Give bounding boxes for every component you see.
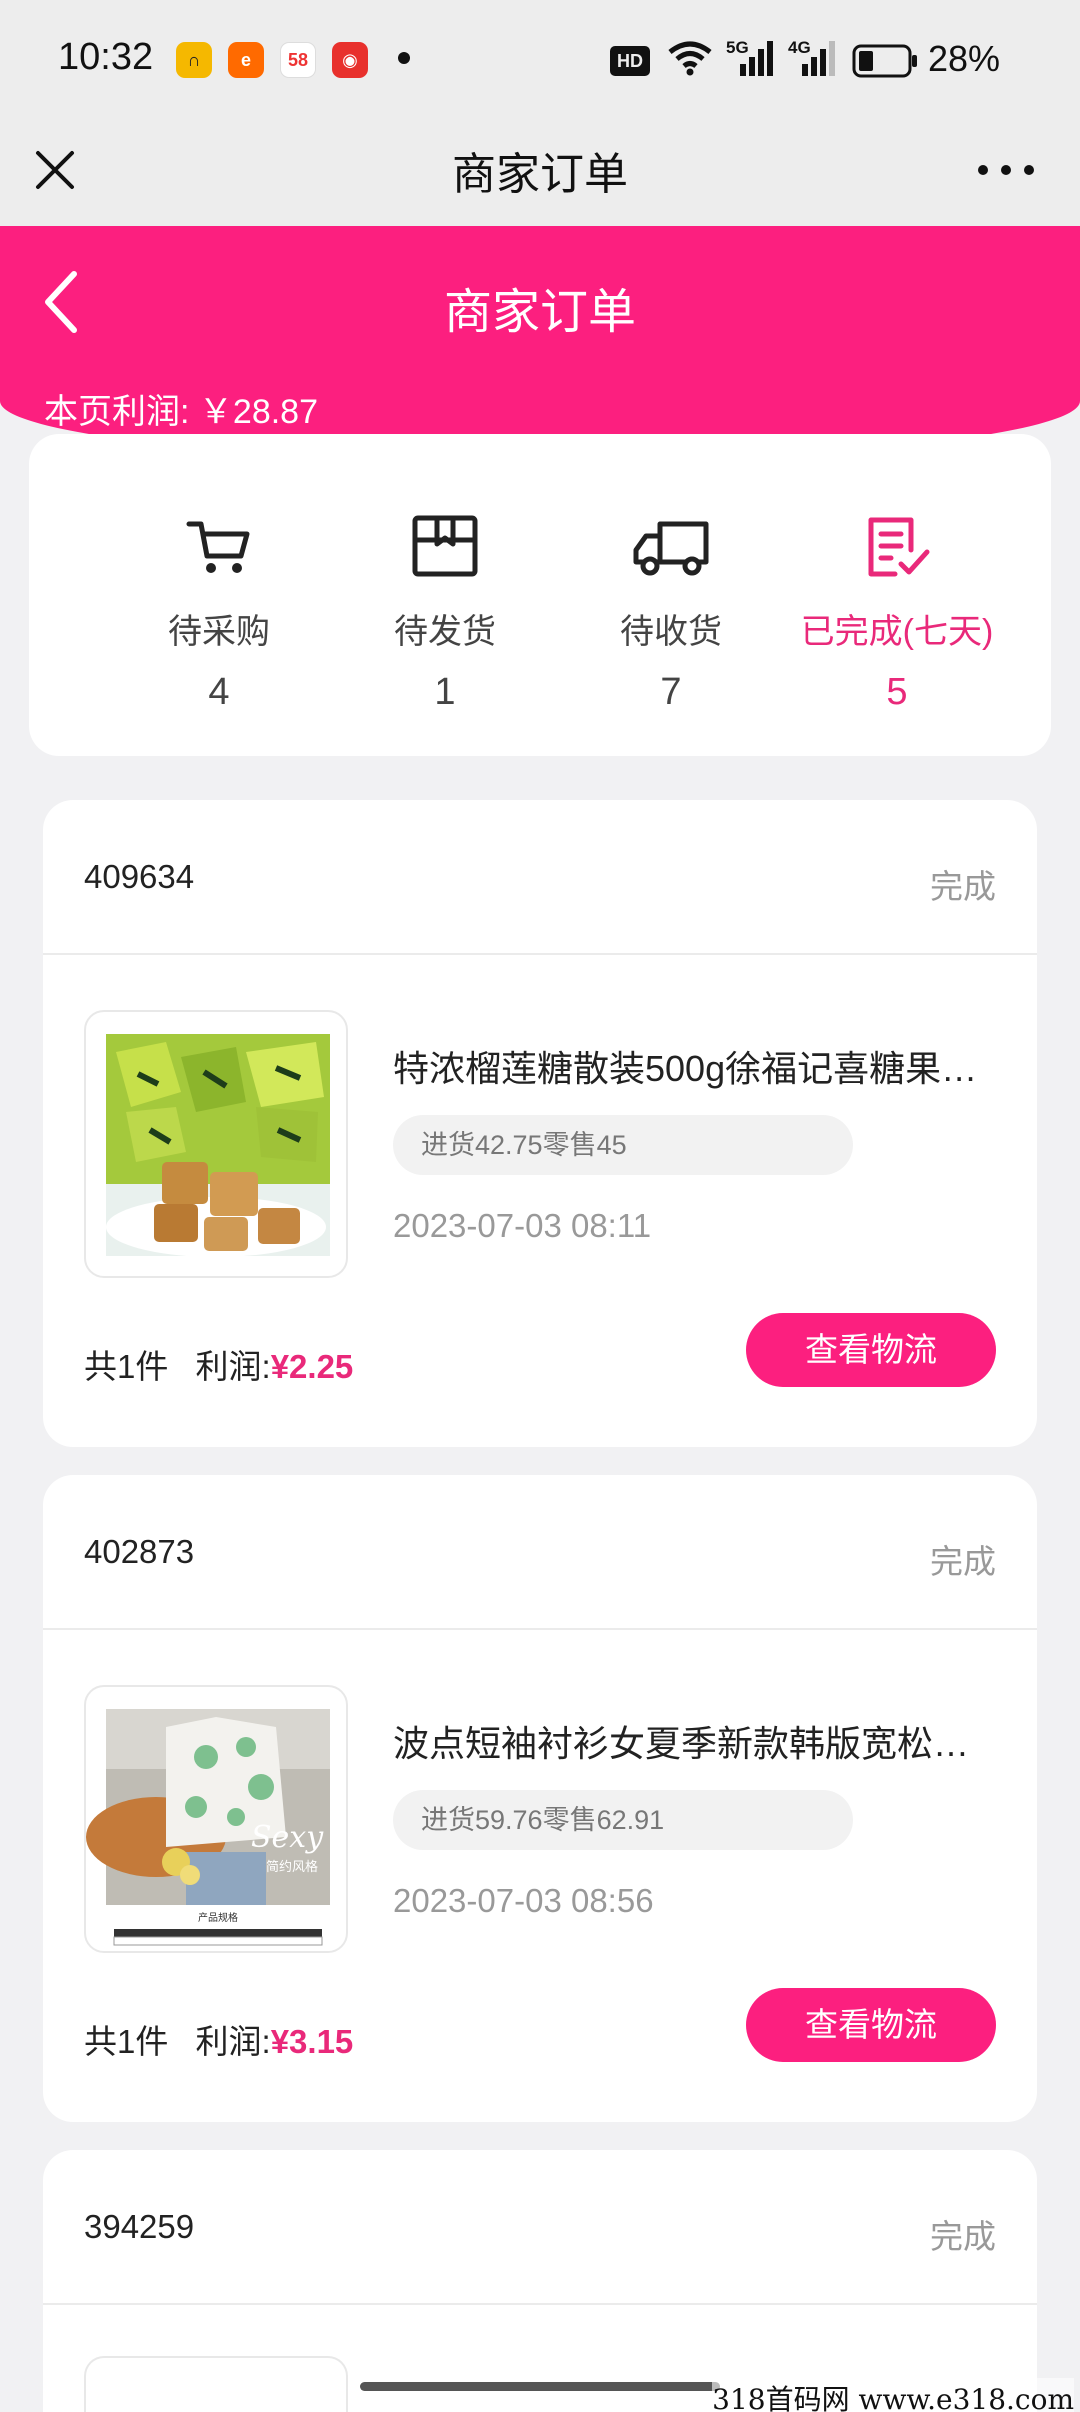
status-tab-count: 4 [208, 671, 230, 713]
checklist-icon [868, 517, 930, 577]
page-header: 商家订单 本页利润: ￥28.87 [0, 226, 1080, 461]
order-status: 完成 [930, 1543, 996, 1580]
app-notification-icon: ◉ [332, 42, 368, 78]
order-time: 2023-07-03 08:11 [393, 1207, 652, 1244]
webview-title: 商家订单 [452, 150, 628, 199]
image-overlay-text: Sexy [251, 1820, 324, 1855]
tab-completed[interactable]: 已完成(七天) 5 [787, 510, 1007, 714]
order-header: 394259 完成 [43, 2150, 1037, 2305]
view-logistics-button[interactable]: 查看物流 [746, 1988, 996, 2062]
order-card[interactable]: 409634 完成 特浓榴莲糖散装500g徐福记喜糖果… 进货42.75零售45… [43, 800, 1037, 1447]
item-count: 共1件 [84, 1348, 169, 1385]
product-name[interactable]: 特浓榴莲糖散装500g徐福记喜糖果… [393, 1040, 993, 1092]
order-time: 2023-07-03 08:56 [393, 1882, 654, 1919]
status-tab-label: 待采购 [168, 613, 270, 651]
shopping-cart-icon [186, 521, 250, 573]
page-profit-label: 本页利润: [44, 393, 190, 431]
app-notification-icon: e [228, 42, 264, 78]
order-id: 394259 [84, 2208, 195, 2245]
home-indicator[interactable] [360, 2382, 720, 2391]
more-dot-icon [1024, 165, 1034, 175]
page-profit: 本页利润: ￥28.87 [44, 384, 318, 433]
product-image[interactable] [84, 1010, 348, 1278]
delivery-truck-icon [633, 521, 709, 576]
price-info-badge: 进货42.75零售45 [393, 1115, 853, 1175]
order-summary: 共1件 利润:¥2.25 [84, 1340, 353, 1388]
webview-title-bar: 商家订单 [0, 120, 1080, 226]
image-caption-text: 产品规格 [198, 1911, 238, 1924]
more-notifications-dot [398, 52, 410, 64]
battery-icon [852, 44, 917, 78]
view-logistics-button[interactable]: 查看物流 [746, 1313, 996, 1387]
page-title: 商家订单 [443, 286, 636, 339]
more-dot-icon [978, 165, 988, 175]
status-tab-label: 待发货 [394, 613, 496, 651]
order-body: 特浓榴莲糖散装500g徐福记喜糖果… 进货42.75零售45 2023-07-0… [43, 955, 1037, 1447]
order-status: 完成 [930, 868, 996, 905]
status-tab-label: 待收货 [620, 613, 722, 651]
profit-label: 利润: [195, 2023, 271, 2060]
order-status-card: 待采购 4 待发货 1 待收货 7 已完成(七天) 5 [29, 434, 1051, 756]
order-status: 完成 [930, 2218, 996, 2255]
app-notification-icon: ∩ [176, 42, 212, 78]
watermark: 318首码网 www.e318.com [712, 2378, 1074, 2412]
app-notification-icon: 58 [280, 42, 316, 78]
order-id: 402873 [84, 1533, 195, 1570]
order-card[interactable]: 394259 完成 [43, 2150, 1037, 2412]
cell-signal-icon [802, 41, 835, 76]
profit-value: ¥3.15 [270, 2023, 354, 2060]
tab-pending-purchase[interactable]: 待采购 4 [109, 510, 329, 714]
product-name[interactable]: 波点短袖衬衫女夏季新款韩版宽松… [393, 1715, 993, 1767]
status-tab-label: 已完成(七天) [800, 613, 994, 651]
cell-signal-icon [740, 41, 773, 76]
status-tab-count: 1 [434, 671, 456, 713]
battery-percentage: 28% [928, 38, 1001, 79]
more-options-button[interactable] [978, 150, 1034, 190]
package-box-icon [412, 515, 478, 577]
hd-voice-icon: HD [610, 46, 650, 76]
order-header: 409634 完成 [43, 800, 1037, 955]
tab-pending-shipment[interactable]: 待发货 1 [335, 510, 555, 714]
shirt-product-photo: Sexy 简约风格 产品规格 [86, 1709, 330, 1951]
price-info-badge: 进货59.76零售62.91 [393, 1790, 853, 1850]
order-id: 409634 [84, 858, 195, 895]
image-overlay-subtext: 简约风格 [266, 1859, 318, 1875]
order-body: Sexy 简约风格 产品规格 波点短袖衬衫女夏季新款韩版宽松… 进货59.76零… [43, 1630, 1037, 2122]
order-card[interactable]: 402873 完成 Sexy 简约风格 产品规格 波点短袖衬衫女夏季新款韩版宽松… [43, 1475, 1037, 2122]
profit-value: ¥2.25 [270, 1348, 354, 1385]
order-header: 402873 完成 [43, 1475, 1037, 1630]
status-tab-count: 5 [886, 671, 908, 713]
tab-pending-receipt[interactable]: 待收货 7 [561, 510, 781, 714]
status-time: 10:32 [58, 36, 154, 78]
status-tab-count: 7 [660, 671, 682, 713]
product-image[interactable] [84, 2356, 348, 2412]
candy-product-photo [106, 1034, 330, 1257]
page-profit-value: ￥28.87 [198, 393, 318, 431]
more-dot-icon [1001, 165, 1011, 175]
product-image[interactable]: Sexy 简约风格 产品规格 [84, 1685, 348, 1953]
wifi-icon [668, 41, 712, 76]
item-count: 共1件 [84, 2023, 169, 2060]
order-summary: 共1件 利润:¥3.15 [84, 2015, 353, 2063]
status-bar: 10:32 ∩ e 58 ◉ HD 5G 4G 28% [0, 0, 1080, 120]
profit-label: 利润: [195, 1348, 271, 1385]
